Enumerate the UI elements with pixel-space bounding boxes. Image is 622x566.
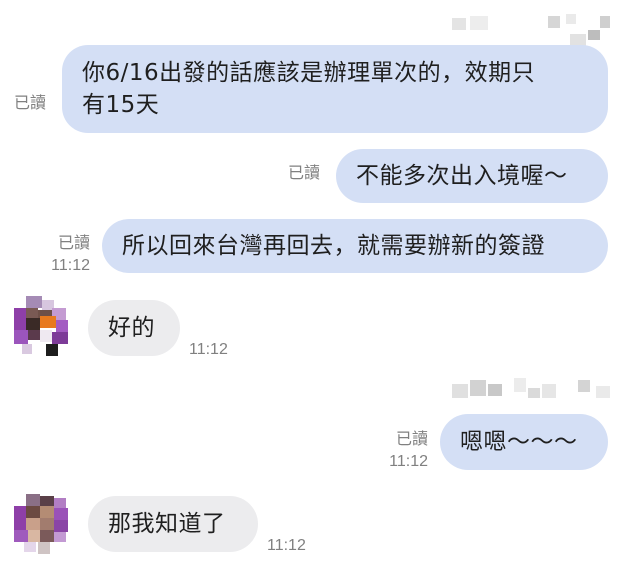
message-text: 那我知道了 bbox=[108, 511, 226, 537]
contact-avatar[interactable] bbox=[12, 296, 70, 358]
contact-avatar[interactable] bbox=[12, 494, 70, 556]
message-time: 11:12 bbox=[267, 537, 306, 554]
message-time: 11:12 bbox=[189, 341, 228, 358]
message-bubble-outgoing[interactable]: 你6/16出發的話應該是辦理單次的，效期只 有15天 bbox=[62, 45, 608, 133]
message-time: 11:12 bbox=[51, 257, 90, 274]
read-receipt: 已讀 bbox=[395, 431, 428, 448]
message-bubble-incoming[interactable]: 那我知道了 bbox=[88, 496, 258, 552]
message-bubble-outgoing[interactable]: 嗯嗯～～～ bbox=[440, 414, 608, 470]
read-receipt: 已讀 bbox=[288, 165, 321, 182]
message-text: 有15天 bbox=[82, 92, 160, 118]
read-receipt: 已讀 bbox=[57, 235, 90, 252]
message-time: 11:12 bbox=[389, 453, 428, 470]
message-bubble-incoming[interactable]: 好的 bbox=[88, 300, 180, 356]
message-bubble-outgoing[interactable]: 所以回來台灣再回去，就需要辦新的簽證 bbox=[102, 219, 608, 273]
message-text: 不能多次出入境喔～ bbox=[356, 163, 568, 189]
message-bubble-outgoing[interactable]: 不能多次出入境喔～ bbox=[336, 149, 608, 203]
message-text: 所以回來台灣再回去，就需要辦新的簽證 bbox=[122, 233, 545, 259]
message-text: 你6/16出發的話應該是辦理單次的，效期只 bbox=[82, 60, 536, 86]
message-text: 好的 bbox=[108, 315, 155, 341]
message-text: 嗯嗯～～～ bbox=[460, 429, 578, 455]
read-receipt: 已讀 bbox=[14, 95, 47, 112]
